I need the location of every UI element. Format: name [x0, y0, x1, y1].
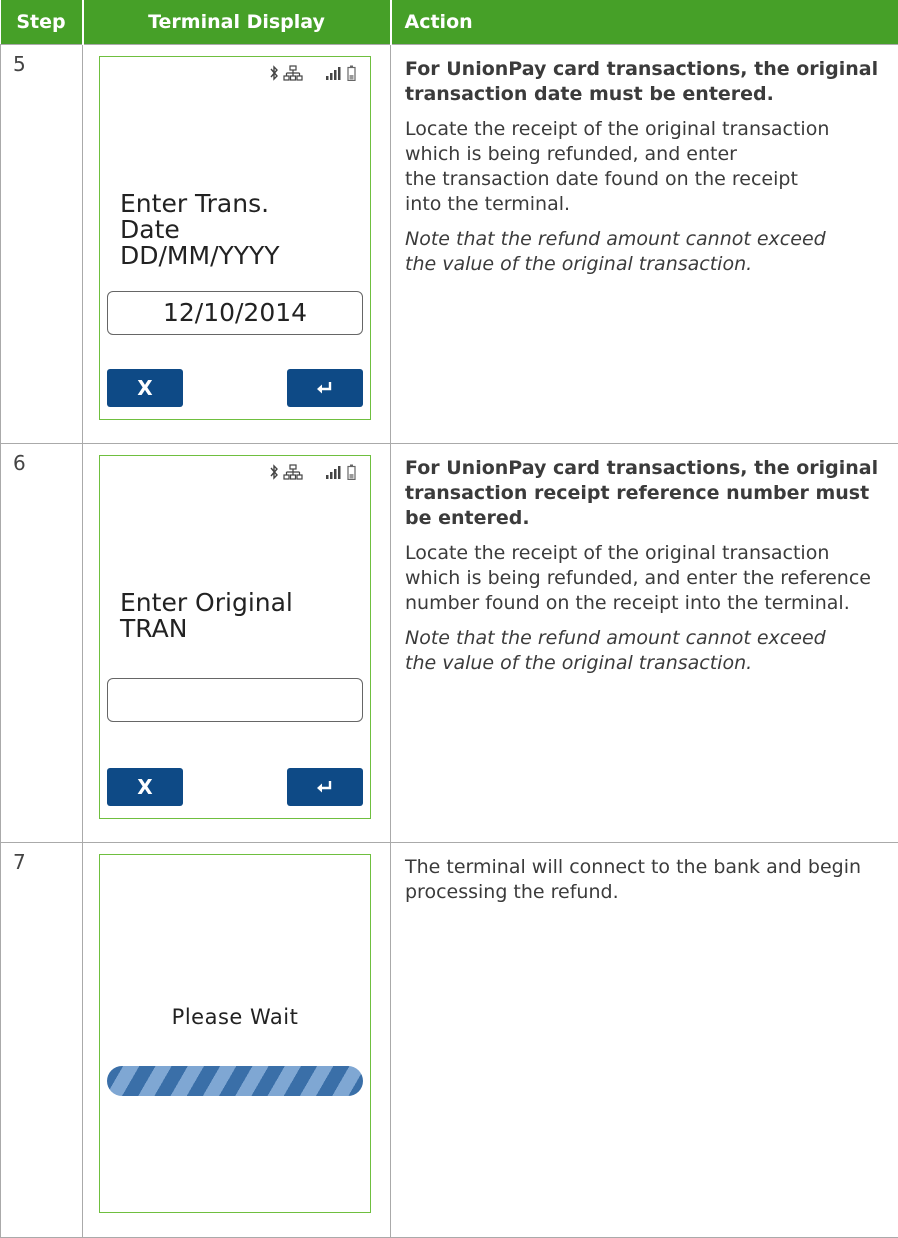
action-heading: For UnionPay card transactions, the orig…	[405, 456, 884, 531]
date-entry-field[interactable]: 12/10/2014	[107, 291, 363, 335]
action-heading: For UnionPay card transactions, the orig…	[405, 57, 884, 107]
body-line: which is being refunded, and enter	[405, 143, 737, 165]
prompt-line: Enter Original	[120, 590, 293, 616]
progress-bar	[107, 1066, 363, 1096]
terminal-screen: Enter Trans. Date DD/MM/YYYY 12/10/2014 …	[99, 56, 371, 420]
battery-icon	[347, 65, 356, 81]
signal-strength-icon	[325, 65, 343, 81]
body-line: number found on the receipt into the ter…	[405, 592, 850, 614]
close-icon: X	[137, 775, 152, 799]
step-number: 6	[1, 444, 83, 843]
step-number: 7	[1, 843, 83, 1238]
action-cell: For UnionPay card transactions, the orig…	[391, 45, 898, 444]
terminal-screen: Enter Original TRAN X	[99, 455, 371, 819]
network-icon	[283, 464, 303, 480]
instruction-table: Step Terminal Display Action 5	[0, 0, 898, 1238]
enter-button[interactable]	[287, 768, 363, 806]
network-icon	[283, 65, 303, 81]
terminal-screen: Please Wait	[99, 854, 371, 1213]
header-row: Step Terminal Display Action	[1, 0, 898, 45]
prompt-text: Enter Original TRAN	[120, 590, 293, 642]
please-wait-text: Please Wait	[100, 1005, 370, 1029]
reference-entry-field[interactable]	[107, 678, 363, 722]
note-line: the value of the original transaction.	[405, 253, 752, 275]
body-line: The terminal will connect to the bank an…	[405, 856, 861, 878]
signal-strength-icon	[325, 464, 343, 480]
body-line: into the terminal.	[405, 193, 570, 215]
prompt-text: Enter Trans. Date DD/MM/YYYY	[120, 191, 280, 269]
step-row-6: 6 Enter Original	[1, 444, 898, 843]
prompt-line: Date	[120, 217, 280, 243]
prompt-line: DD/MM/YYYY	[120, 243, 280, 269]
close-icon: X	[137, 376, 152, 400]
terminal-display-cell: Please Wait	[83, 843, 391, 1238]
step-header: Step	[1, 0, 83, 45]
cancel-button[interactable]: X	[107, 369, 183, 407]
enter-key-icon	[316, 780, 334, 794]
step-row-5: 5 Enter Trans.	[1, 45, 898, 444]
action-note: Note that the refund amount cannot excee…	[405, 626, 884, 676]
enter-key-icon	[316, 381, 334, 395]
terminal-display-cell: Enter Trans. Date DD/MM/YYYY 12/10/2014 …	[83, 45, 391, 444]
action-note: Note that the refund amount cannot excee…	[405, 227, 884, 277]
terminal-display-cell: Enter Original TRAN X	[83, 444, 391, 843]
status-bar	[269, 65, 356, 81]
note-line: Note that the refund amount cannot excee…	[405, 627, 826, 649]
action-header: Action	[391, 0, 898, 45]
enter-button[interactable]	[287, 369, 363, 407]
display-header: Terminal Display	[83, 0, 391, 45]
body-line: the transaction date found on the receip…	[405, 168, 798, 190]
note-line: Note that the refund amount cannot excee…	[405, 228, 826, 250]
status-bar	[269, 464, 356, 480]
prompt-line: Enter Trans.	[120, 191, 280, 217]
cancel-button[interactable]: X	[107, 768, 183, 806]
battery-icon	[347, 464, 356, 480]
action-cell: The terminal will connect to the bank an…	[391, 843, 898, 1238]
step-number: 5	[1, 45, 83, 444]
action-body: Locate the receipt of the original trans…	[405, 117, 884, 217]
step-row-7: 7 Please Wait The terminal will connect …	[1, 843, 898, 1238]
body-line: which is being refunded, and enter the r…	[405, 567, 871, 589]
action-cell: For UnionPay card transactions, the orig…	[391, 444, 898, 843]
prompt-line: TRAN	[120, 616, 293, 642]
bluetooth-icon	[269, 464, 279, 480]
bluetooth-icon	[269, 65, 279, 81]
body-line: processing the refund.	[405, 881, 619, 903]
body-line: Locate the receipt of the original trans…	[405, 542, 829, 564]
note-line: the value of the original transaction.	[405, 652, 752, 674]
action-body: Locate the receipt of the original trans…	[405, 541, 884, 616]
body-line: Locate the receipt of the original trans…	[405, 118, 829, 140]
action-body: The terminal will connect to the bank an…	[405, 855, 884, 905]
